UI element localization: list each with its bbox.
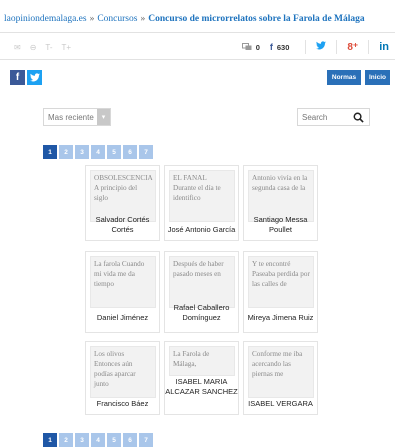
entry-excerpt: Los olivos Entonces aún podías aparcar j… bbox=[90, 346, 156, 398]
entry-excerpt: Y te encontré Paseaba perdida por las ca… bbox=[248, 256, 314, 308]
pagination-top: 1 2 3 4 5 6 7 bbox=[43, 145, 153, 159]
divider bbox=[336, 40, 338, 54]
page-link[interactable]: 2 bbox=[59, 433, 73, 447]
entry-author[interactable]: José Antonio García bbox=[165, 225, 238, 235]
entry-author[interactable]: Mireya Jimena Ruiz bbox=[244, 313, 317, 323]
entry-author[interactable]: ISABEL MARIA ALCAZAR SANCHEZ bbox=[165, 377, 238, 397]
entry-author[interactable]: ISABEL VERGARA bbox=[244, 399, 317, 409]
article-tools-bar: ✉ ⊖ T- T+ 0 f 630 8⁺ in bbox=[0, 39, 395, 57]
entry-card[interactable]: La Farola de Málaga, ISABEL MARIA ALCAZA… bbox=[164, 341, 239, 415]
page-link[interactable]: 4 bbox=[91, 145, 105, 159]
breadcrumb-separator: » bbox=[89, 14, 95, 24]
pagination-bottom: 1 2 3 4 5 6 7 bbox=[43, 433, 153, 447]
entry-excerpt: La farola Cuando mi vida me da tiempo bbox=[90, 256, 156, 308]
page-link[interactable]: 5 bbox=[107, 145, 121, 159]
comments-icon bbox=[241, 43, 252, 50]
entry-author[interactable]: Francisco Báez bbox=[86, 399, 159, 409]
divider bbox=[305, 40, 307, 54]
divider bbox=[368, 40, 370, 54]
page-link[interactable]: 4 bbox=[91, 433, 105, 447]
entry-card[interactable]: La farola Cuando mi vida me da tiempo Da… bbox=[85, 251, 160, 333]
entry-card[interactable]: Después de haber pasado meses en Rafael … bbox=[164, 251, 239, 333]
breadcrumb-concursos-link[interactable]: Concursos bbox=[97, 14, 137, 24]
page-link[interactable]: 6 bbox=[123, 433, 137, 447]
linkedin-icon[interactable]: in bbox=[379, 41, 389, 53]
page-link[interactable]: 5 bbox=[107, 433, 121, 447]
twitter-icon bbox=[29, 73, 40, 82]
page-link[interactable]: 6 bbox=[123, 145, 137, 159]
page-link[interactable]: 3 bbox=[75, 145, 89, 159]
divider bbox=[0, 32, 395, 33]
facebook-icon: f bbox=[15, 72, 20, 83]
entry-card[interactable]: Conforme me iba acercando las piernas me… bbox=[243, 341, 318, 415]
entry-author[interactable]: Salvador Cortés Cortés bbox=[86, 215, 159, 235]
entry-author[interactable]: Rafael Caballero Domínguez bbox=[165, 303, 238, 323]
search-icon[interactable] bbox=[353, 112, 364, 123]
entry-excerpt: Después de haber pasado meses en bbox=[169, 256, 235, 308]
sort-select-value: Mas reciente bbox=[48, 112, 94, 122]
page-link[interactable]: 7 bbox=[139, 145, 153, 159]
entry-author[interactable]: Santiago Messa Poullet bbox=[244, 215, 317, 235]
twitter-share-button[interactable] bbox=[27, 70, 42, 85]
search-input[interactable] bbox=[298, 112, 350, 122]
breadcrumb: laopiniondemalaga.es» Concursos» Concurso … bbox=[4, 14, 365, 24]
text-increase-icon[interactable]: T+ bbox=[62, 43, 72, 53]
breadcrumb-separator: » bbox=[140, 14, 146, 24]
entry-excerpt: EL FANAL Durante el día te identifico bbox=[169, 170, 235, 222]
chevron-down-icon: ▾ bbox=[97, 109, 110, 125]
entry-author[interactable]: Daniel Jiménez bbox=[86, 313, 159, 323]
facebook-icon[interactable]: f bbox=[270, 42, 273, 52]
entry-card[interactable]: Los olivos Entonces aún podías aparcar j… bbox=[85, 341, 160, 415]
print-icon[interactable]: ⊖ bbox=[30, 43, 37, 53]
comments-count[interactable]: 0 bbox=[256, 43, 260, 52]
breadcrumb-current[interactable]: Concurso de microrrelatos sobre la Farol… bbox=[148, 14, 364, 24]
page-link[interactable]: 2 bbox=[59, 145, 73, 159]
search-box bbox=[297, 108, 370, 126]
email-icon[interactable]: ✉ bbox=[14, 43, 21, 53]
inicio-button[interactable]: Inicio bbox=[365, 70, 390, 85]
normas-button[interactable]: Normas bbox=[327, 70, 361, 85]
facebook-share-button[interactable]: f bbox=[10, 70, 25, 85]
text-decrease-icon[interactable]: T- bbox=[45, 43, 52, 53]
page-link[interactable]: 1 bbox=[43, 433, 57, 447]
entry-excerpt: La Farola de Málaga, bbox=[169, 346, 235, 376]
google-plus-icon[interactable]: 8⁺ bbox=[347, 42, 358, 53]
entry-card[interactable]: Y te encontré Paseaba perdida por las ca… bbox=[243, 251, 318, 333]
sort-select[interactable]: Mas reciente ▾ bbox=[43, 108, 111, 126]
page-link[interactable]: 7 bbox=[139, 433, 153, 447]
entry-card[interactable]: EL FANAL Durante el día te identifico Jo… bbox=[164, 165, 239, 241]
entry-card[interactable]: OBSOLESCENCIA A principio del siglo Salv… bbox=[85, 165, 160, 241]
page-link[interactable]: 1 bbox=[43, 145, 57, 159]
entry-excerpt: Conforme me iba acercando las piernas me bbox=[248, 346, 314, 398]
page-link[interactable]: 3 bbox=[75, 433, 89, 447]
twitter-icon[interactable] bbox=[316, 41, 327, 53]
divider bbox=[0, 59, 395, 60]
breadcrumb-home-link[interactable]: laopiniondemalaga.es bbox=[4, 14, 87, 24]
entry-card[interactable]: Antonio vivía en la segunda casa de la S… bbox=[243, 165, 318, 241]
facebook-count: 630 bbox=[276, 42, 290, 52]
